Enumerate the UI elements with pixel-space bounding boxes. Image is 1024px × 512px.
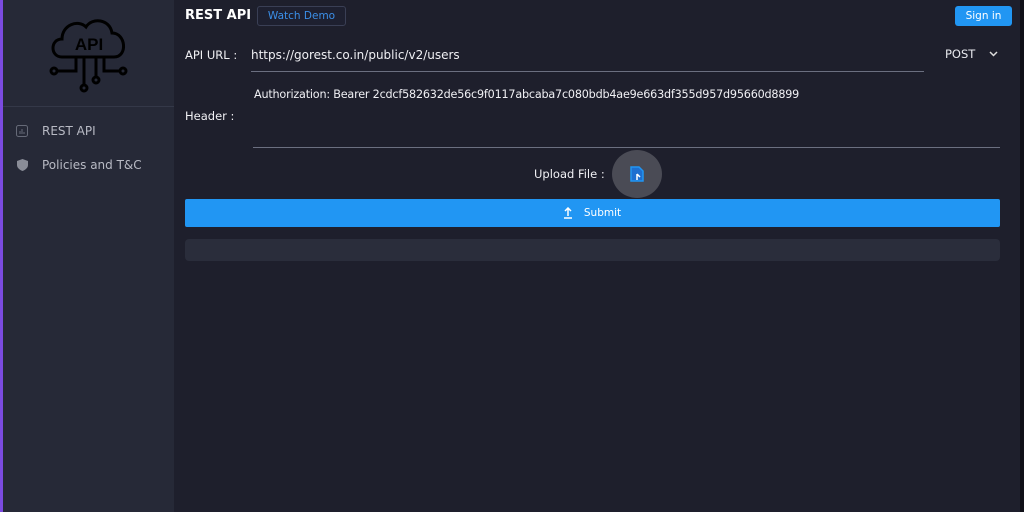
shield-icon [15,158,29,172]
file-icon [630,166,644,182]
logo-text: API [74,35,102,54]
watch-demo-button[interactable]: Watch Demo [257,6,346,26]
sign-in-button[interactable]: Sign in [955,6,1012,26]
response-panel [185,239,1000,261]
api-url-label: API URL : [185,48,238,62]
window-border [1020,0,1024,512]
sidebar-item-rest-api[interactable]: REST API [3,114,174,148]
chart-icon [15,124,29,138]
submit-button[interactable]: Submit [185,199,1000,227]
header-input[interactable]: Authorization: Bearer 2cdcf582632de56c9f… [253,88,1000,148]
api-cloud-logo: API [3,0,174,107]
sidebar-item-policies[interactable]: Policies and T&C [3,148,174,182]
api-cloud-icon: API [49,19,127,93]
method-value: POST [945,47,976,61]
method-select[interactable]: POST [945,47,1005,61]
chevron-down-icon [989,51,998,57]
sidebar-item-label: Policies and T&C [42,158,142,172]
page-title: REST API [185,8,252,23]
main-content: REST API Watch Demo Sign in API URL : ht… [174,0,1020,512]
upload-file-label: Upload File : [534,167,605,181]
header-label: Header : [185,109,235,123]
upload-file-button[interactable] [612,150,662,198]
sidebar: API REST API Policies and T&C [3,0,174,512]
upload-arrow-icon [563,207,572,219]
api-url-input[interactable]: https://gorest.co.in/public/v2/users [251,46,924,72]
submit-label: Submit [583,207,622,219]
sidebar-item-label: REST API [42,124,96,138]
